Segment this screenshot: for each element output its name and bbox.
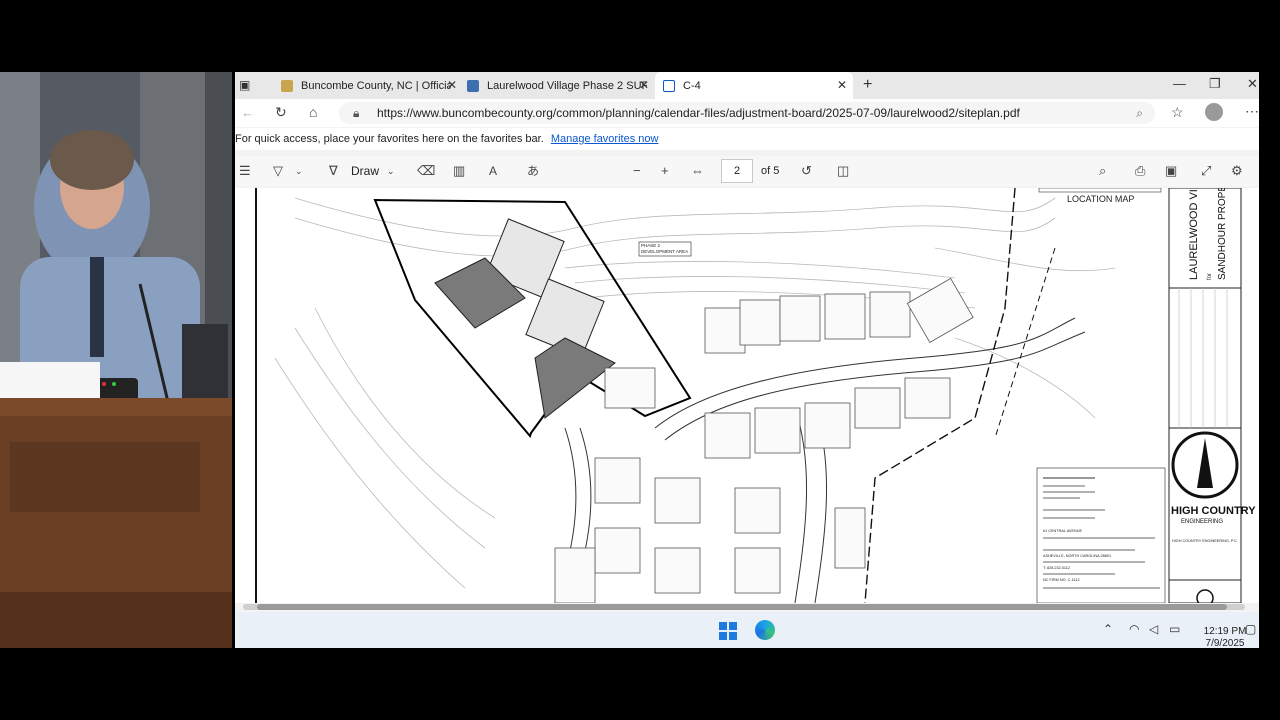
highlight-chevron-icon[interactable]: ⌄ <box>295 163 303 179</box>
clock-time: 12:19 PM <box>1203 626 1247 637</box>
settings-gear-icon[interactable]: ⚙ <box>1231 163 1243 179</box>
close-tab-icon[interactable]: ✕ <box>837 78 847 92</box>
close-tab-icon[interactable]: ✕ <box>447 78 457 92</box>
pdf-toolbar: ☰ ▽ ⌄ ∇ Draw ⌄ ⌫ ▥ A あ − + ⇔ 2 of 5 ↺ ◫ … <box>235 156 1259 186</box>
clock-date: 7/9/2025 <box>1205 638 1245 648</box>
contents-icon[interactable]: ☰ <box>239 163 251 179</box>
zoom-in-icon[interactable]: + <box>661 163 669 179</box>
logo-line2: ENGINEERING <box>1181 519 1223 525</box>
volume-icon[interactable]: ◁ <box>1149 622 1158 636</box>
owner-name-vertical: SANDHOUR PROPERTI <box>1217 188 1228 280</box>
tab-label: Buncombe County, NC | Official W <box>301 79 451 92</box>
firm-address-1: #1 CENTRAL AVENUE <box>1043 529 1083 533</box>
page-number-input[interactable]: 2 <box>721 159 753 183</box>
phase-label-line2: DEVELOPMENT AREA <box>641 249 688 254</box>
tab-bar: ▣ Buncombe County, NC | Official W ✕ Lau… <box>235 72 1259 99</box>
zoom-out-icon[interactable]: − <box>633 163 641 179</box>
tab-actions-icon[interactable]: ▣ <box>239 78 250 92</box>
minimize-icon[interactable]: — <box>1173 76 1186 91</box>
battery-icon[interactable]: ▭ <box>1169 622 1180 636</box>
restore-icon[interactable]: ❐ <box>1209 76 1221 92</box>
eraser-icon[interactable]: ⌫ <box>417 163 435 179</box>
pdf-favicon-icon <box>663 79 675 92</box>
location-map-label: LOCATION MAP <box>1067 194 1134 204</box>
address-row: ← ↻ ⌂ 🔒︎ https://www.buncombecounty.org/… <box>235 99 1259 127</box>
rotate-icon[interactable]: ↺ <box>801 163 812 179</box>
read-aloud-icon[interactable]: A <box>489 163 497 179</box>
print-icon[interactable]: ⎙ <box>1135 163 1145 179</box>
address-bar[interactable]: 🔒︎ https://www.buncombecounty.org/common… <box>339 102 1155 124</box>
taskbar-clock[interactable]: 12:19 PM 7/9/2025 <box>1197 626 1253 648</box>
browser-window: ▣ Buncombe County, NC | Official W ✕ Lau… <box>235 72 1259 648</box>
favorites-icon[interactable]: ☆ <box>1171 104 1184 121</box>
firm-license: NC FIRM NO. C-1112 <box>1043 578 1080 582</box>
firm-address-2: ASHEVILLE, NORTH CAROLINA 28801 <box>1043 554 1111 558</box>
tab-c4[interactable]: C-4 ✕ <box>655 72 853 99</box>
more-icon[interactable]: ⋯ <box>1245 103 1259 120</box>
draw-button[interactable]: Draw <box>351 163 379 179</box>
webcam-scene <box>0 72 232 648</box>
page-total: of 5 <box>761 165 780 177</box>
close-window-icon[interactable]: ✕ <box>1247 76 1258 92</box>
firm-name: HIGH COUNTRY ENGINEERING, P.C. <box>1172 539 1238 543</box>
webcam-video-pane <box>0 72 232 648</box>
tab-label: Laurelwood Village Phase 2 SUP <box>487 79 647 92</box>
favorites-prompt: For quick access, place your favorites h… <box>235 133 544 145</box>
tab-buncombe[interactable]: Buncombe County, NC | Official W ✕ <box>273 72 463 99</box>
manage-favorites-link[interactable]: Manage favorites now <box>551 133 659 145</box>
text-box-icon[interactable]: ▥ <box>453 163 465 179</box>
back-icon[interactable]: ← <box>241 105 254 120</box>
fit-page-icon[interactable]: ⇔ <box>691 163 704 179</box>
firm-phone: T: 828.232.0112 <box>1043 566 1070 570</box>
draw-chevron-icon[interactable]: ⌄ <box>387 163 395 179</box>
close-tab-icon[interactable]: ✕ <box>639 78 649 92</box>
lock-icon: 🔒︎ <box>353 106 360 120</box>
project-notes-block <box>1036 467 1166 603</box>
phase-label-line1: PHASE 2 <box>641 243 661 248</box>
pdf-page-view[interactable]: PHASE 2 DEVELOPMENT AREA LOCATION MAP LA… <box>235 188 1259 603</box>
translate-icon[interactable]: あ <box>527 163 539 179</box>
draw-icon[interactable]: ∇ <box>329 163 338 179</box>
fullscreen-icon[interactable]: ⤢ <box>1201 163 1211 179</box>
edge-browser-icon[interactable] <box>755 620 775 640</box>
site-plan-drawing: PHASE 2 DEVELOPMENT AREA LOCATION MAP LA… <box>235 188 1259 603</box>
home-icon[interactable]: ⌂ <box>309 104 317 120</box>
save-icon[interactable]: ▣ <box>1165 163 1177 179</box>
tab-laurelwood[interactable]: Laurelwood Village Phase 2 SUP ✕ <box>459 72 655 99</box>
url-text: https://www.buncombecounty.org/common/pl… <box>377 106 1020 120</box>
taskbar: ⌃ ◠ ◁ ▭ ▢ <box>235 612 1259 648</box>
favorites-bar: For quick access, place your favorites h… <box>235 128 1259 150</box>
tab-label: C-4 <box>683 79 701 92</box>
county-favicon-icon <box>281 79 293 92</box>
county-favicon-icon <box>467 79 479 92</box>
project-title-vertical: LAURELWOOD VILL <box>1188 188 1200 280</box>
horizontal-scrollbar[interactable] <box>243 604 1245 610</box>
logo-line1: HIGH COUNTRY <box>1171 505 1256 517</box>
profile-avatar[interactable] <box>1205 103 1223 121</box>
search-icon[interactable]: ⌕ <box>1099 163 1106 179</box>
refresh-icon[interactable]: ↻ <box>275 104 287 121</box>
zoom-icon[interactable]: ⌕ <box>1136 102 1143 124</box>
show-hidden-icons-icon[interactable]: ⌃ <box>1103 622 1113 636</box>
for-label-vertical: for <box>1207 273 1213 280</box>
new-tab-icon[interactable]: + <box>863 76 872 94</box>
wifi-icon[interactable]: ◠ <box>1129 622 1139 636</box>
scrollbar-thumb[interactable] <box>257 604 1227 610</box>
highlight-icon[interactable]: ▽ <box>273 163 283 179</box>
page-view-icon[interactable]: ◫ <box>837 163 849 179</box>
windows-start-icon[interactable] <box>719 622 737 640</box>
